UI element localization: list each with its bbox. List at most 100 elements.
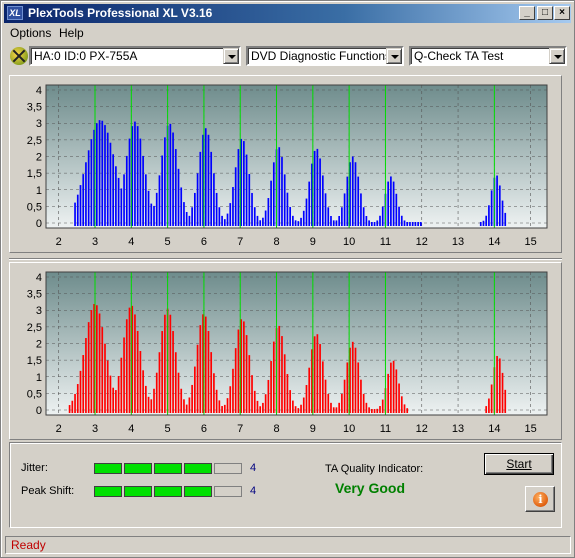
bar [395,193,398,227]
meter-segment [124,486,152,497]
bar [164,137,166,227]
bar [199,151,202,227]
bar [403,220,406,227]
x-tick-label: 6 [201,423,207,435]
bar [218,207,221,227]
y-tick-label: 4 [36,85,42,97]
x-tick-label: 6 [201,236,207,248]
bar [191,384,193,414]
chevron-down-icon[interactable] [549,48,565,64]
bar [180,187,183,227]
x-tick-label: 5 [165,236,171,248]
chevron-down-icon[interactable] [223,48,239,64]
bar [90,139,93,227]
x-tick-label: 12 [416,423,428,435]
bar [180,388,183,414]
drive-tools-icon[interactable] [10,47,28,65]
bar [188,397,191,414]
bar [98,120,101,227]
bar [343,193,346,227]
bar [142,370,144,414]
bar [237,329,240,414]
start-button[interactable]: Start [484,453,554,475]
bar [297,408,300,414]
bar [172,331,174,414]
y-tick-label: 1 [36,185,42,197]
bar [232,368,234,414]
window-title: PlexTools Professional XL V3.16 [28,6,213,20]
bar [332,220,335,227]
bar [392,181,395,227]
quality-indicator-label: TA Quality Indicator: [325,463,424,475]
maximize-button[interactable]: □ [537,6,553,20]
y-tick-label: 2,5 [27,135,42,147]
bar [313,336,316,414]
info-button[interactable]: i [525,486,555,512]
bar [196,173,199,227]
bar [368,220,370,227]
bar [281,336,283,414]
bar [362,207,365,227]
bar [248,355,251,414]
y-tick-label: 1 [36,372,42,384]
bar [272,162,275,227]
bar [387,373,390,414]
menu-help[interactable]: Help [59,26,84,40]
bar [95,305,98,414]
menu-options[interactable]: Options [10,26,51,40]
bar [221,215,223,227]
bar [300,404,302,414]
bar [351,156,354,227]
bar [213,373,215,414]
bar [245,154,248,227]
peak-shift-chart: 0 0,5 1 1,5 2 2,5 3 3,5 4 2 3 4 5 6 7 8 9 10 11 12 13 14 15 [27,271,548,435]
bar [101,120,104,227]
chevron-down-icon[interactable] [386,48,402,64]
bar [419,222,422,227]
close-button[interactable]: × [554,6,570,20]
test-select[interactable]: Q-Check TA Test [409,46,567,66]
bar [229,203,232,227]
bar [82,174,85,227]
bar [117,375,120,414]
bar [411,222,414,227]
bar [112,387,115,414]
bar [95,123,98,227]
panel-splitter[interactable] [9,258,562,260]
bar [79,370,82,414]
bar [392,360,395,414]
y-tick-label: 3 [36,118,42,130]
x-tick-label: 7 [237,236,243,248]
minimize-button[interactable]: _ [519,6,535,20]
meter-segment [124,463,152,474]
bar [338,216,341,227]
x-tick-label: 2 [56,236,62,248]
bar [373,409,376,414]
info-icon: i [533,492,548,507]
bar [213,173,215,227]
x-tick-label: 7 [237,423,243,435]
bar [128,307,131,414]
bar [403,404,406,414]
bar [85,338,87,414]
bar [319,344,321,414]
bar [104,343,106,414]
bar [297,221,300,227]
bar [194,192,196,227]
bar [226,398,229,414]
bar [360,379,362,414]
x-tick-label: 13 [452,236,464,248]
title-bar[interactable]: XL PlexTools Professional XL V3.16 _ □ × [4,4,571,23]
bar [482,220,485,227]
results-panel [9,442,562,528]
bar [183,399,185,414]
bar [286,192,289,227]
function-select[interactable]: DVD Diagnostic Functions [246,46,404,66]
bar [289,206,291,227]
bar [354,347,357,414]
bar [400,396,403,414]
drive-select[interactable]: HA:0 ID:0 PX-755A [29,46,241,66]
bar [479,222,482,227]
bar [183,202,185,227]
bar [76,384,79,414]
